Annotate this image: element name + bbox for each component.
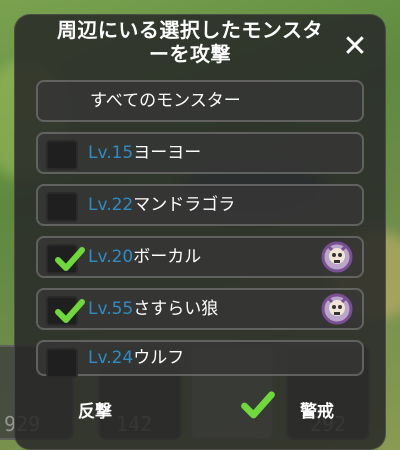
monster-label: Lv.24ウルフ [88, 342, 184, 374]
monster-level: Lv.20 [88, 247, 134, 267]
monster-name: マンドラゴラ [133, 195, 236, 215]
monster-name: ヨーヨー [133, 143, 202, 163]
monster-row[interactable]: Lv.22マンドラゴラ [36, 184, 364, 226]
monster-name: ボーカル [133, 247, 202, 267]
checkmark-icon [55, 299, 85, 323]
monster-label: Lv.20ボーカル [88, 238, 201, 276]
monster-label: Lv.15ヨーヨー [88, 134, 201, 172]
monster-checkbox[interactable] [46, 140, 78, 170]
monster-level: Lv.24 [88, 348, 134, 368]
checkmark-icon [241, 391, 275, 419]
alert-checkbox[interactable] [240, 388, 276, 424]
boss-skull-icon [321, 293, 353, 325]
monster-label: Lv.22マンドラゴラ [88, 186, 235, 224]
monster-name: さすらい狼 [133, 299, 219, 319]
monster-row[interactable]: Lv.24ウルフ [36, 340, 364, 378]
dialog-title-line2: ーを攻撃 [149, 42, 231, 66]
dialog-title-line1: 周辺にいる選択したモンスタ [56, 18, 324, 42]
monster-row[interactable]: Lv.20ボーカル [36, 236, 364, 278]
monster-row[interactable]: Lv.55さすらい狼 [36, 288, 364, 330]
boss-skull-icon [321, 241, 353, 273]
monster-checkbox[interactable] [46, 192, 78, 222]
monster-checkbox[interactable] [46, 244, 85, 274]
monster-level: Lv.22 [88, 195, 134, 215]
close-icon: ✕ [342, 29, 368, 64]
monster-row[interactable]: Lv.15ヨーヨー [36, 132, 364, 174]
monster-checkbox[interactable] [46, 348, 78, 378]
all-monsters-button[interactable]: すべてのモンスター [36, 80, 364, 122]
monster-checkbox[interactable] [46, 296, 85, 326]
counterattack-label[interactable]: 反撃 [78, 397, 112, 422]
alert-label[interactable]: 警戒 [300, 397, 334, 422]
monster-name: ウルフ [133, 348, 185, 368]
all-monsters-label: すべてのモンスター [90, 91, 241, 111]
close-button[interactable]: ✕ [340, 32, 370, 62]
monster-level: Lv.15 [88, 143, 134, 163]
monster-level: Lv.55 [88, 299, 134, 319]
dialog-title: 周辺にいる選択したモンスタ ーを攻撃 [40, 18, 340, 66]
checkmark-icon [55, 247, 85, 271]
monster-label: Lv.55さすらい狼 [88, 290, 218, 328]
